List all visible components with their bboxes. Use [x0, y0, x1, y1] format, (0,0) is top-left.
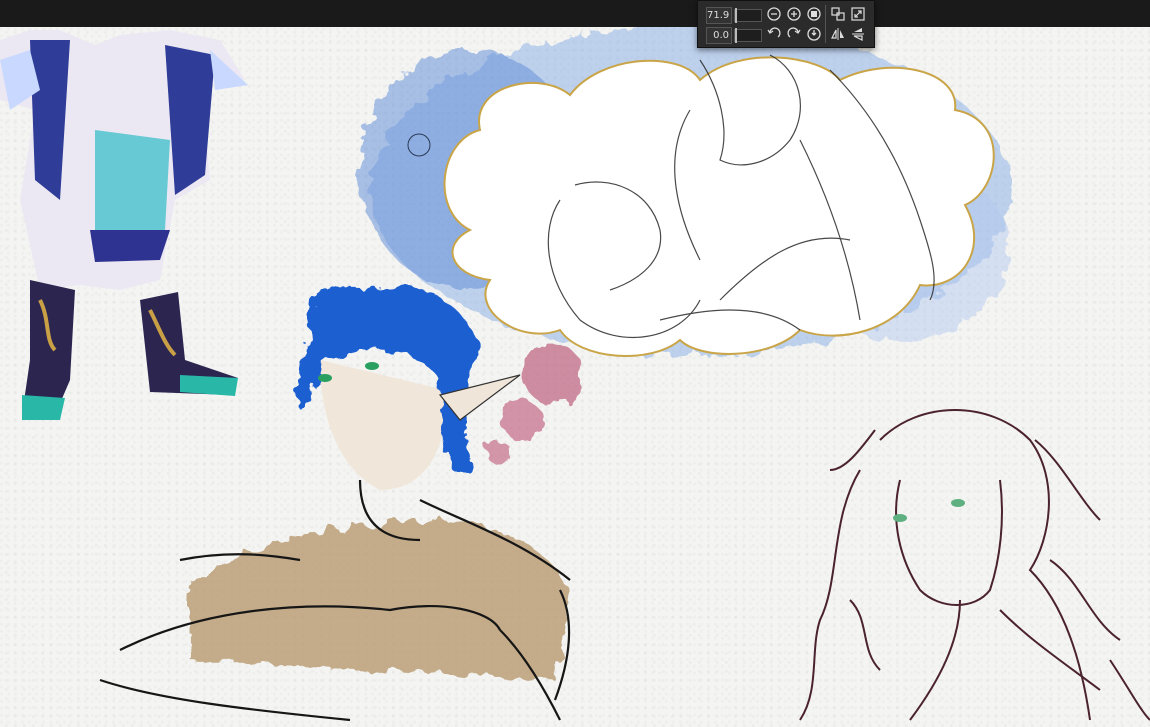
- actual-size-icon[interactable]: [830, 6, 846, 22]
- toolbar-divider: [825, 5, 826, 43]
- artwork: [0, 27, 1150, 722]
- flip-vertical-icon[interactable]: [850, 26, 866, 42]
- flip-horizontal-icon[interactable]: [830, 26, 846, 42]
- top-toolbar: [0, 0, 1150, 27]
- drawing-canvas[interactable]: [0, 27, 1150, 727]
- rotation-slider[interactable]: [734, 28, 762, 43]
- fit-view-icon[interactable]: [806, 6, 822, 22]
- reset-rotation-icon[interactable]: [806, 26, 822, 42]
- zoom-slider-handle[interactable]: [735, 8, 737, 23]
- zoom-slider[interactable]: [734, 8, 762, 23]
- curly-haired-figure: [799, 409, 1150, 721]
- zoom-out-icon[interactable]: [766, 6, 782, 22]
- view-control-panel: 71.9 0.0: [697, 0, 875, 48]
- pink-bubbles: [486, 343, 582, 464]
- rotation-value-field[interactable]: 0.0: [706, 27, 732, 44]
- robed-figure: [0, 30, 248, 420]
- fullscreen-icon[interactable]: [850, 6, 866, 22]
- rotation-slider-handle[interactable]: [735, 28, 737, 43]
- rotate-left-icon[interactable]: [766, 26, 782, 42]
- zoom-in-icon[interactable]: [786, 6, 802, 22]
- rotate-right-icon[interactable]: [786, 26, 802, 42]
- zoom-value-field[interactable]: 71.9: [706, 7, 732, 24]
